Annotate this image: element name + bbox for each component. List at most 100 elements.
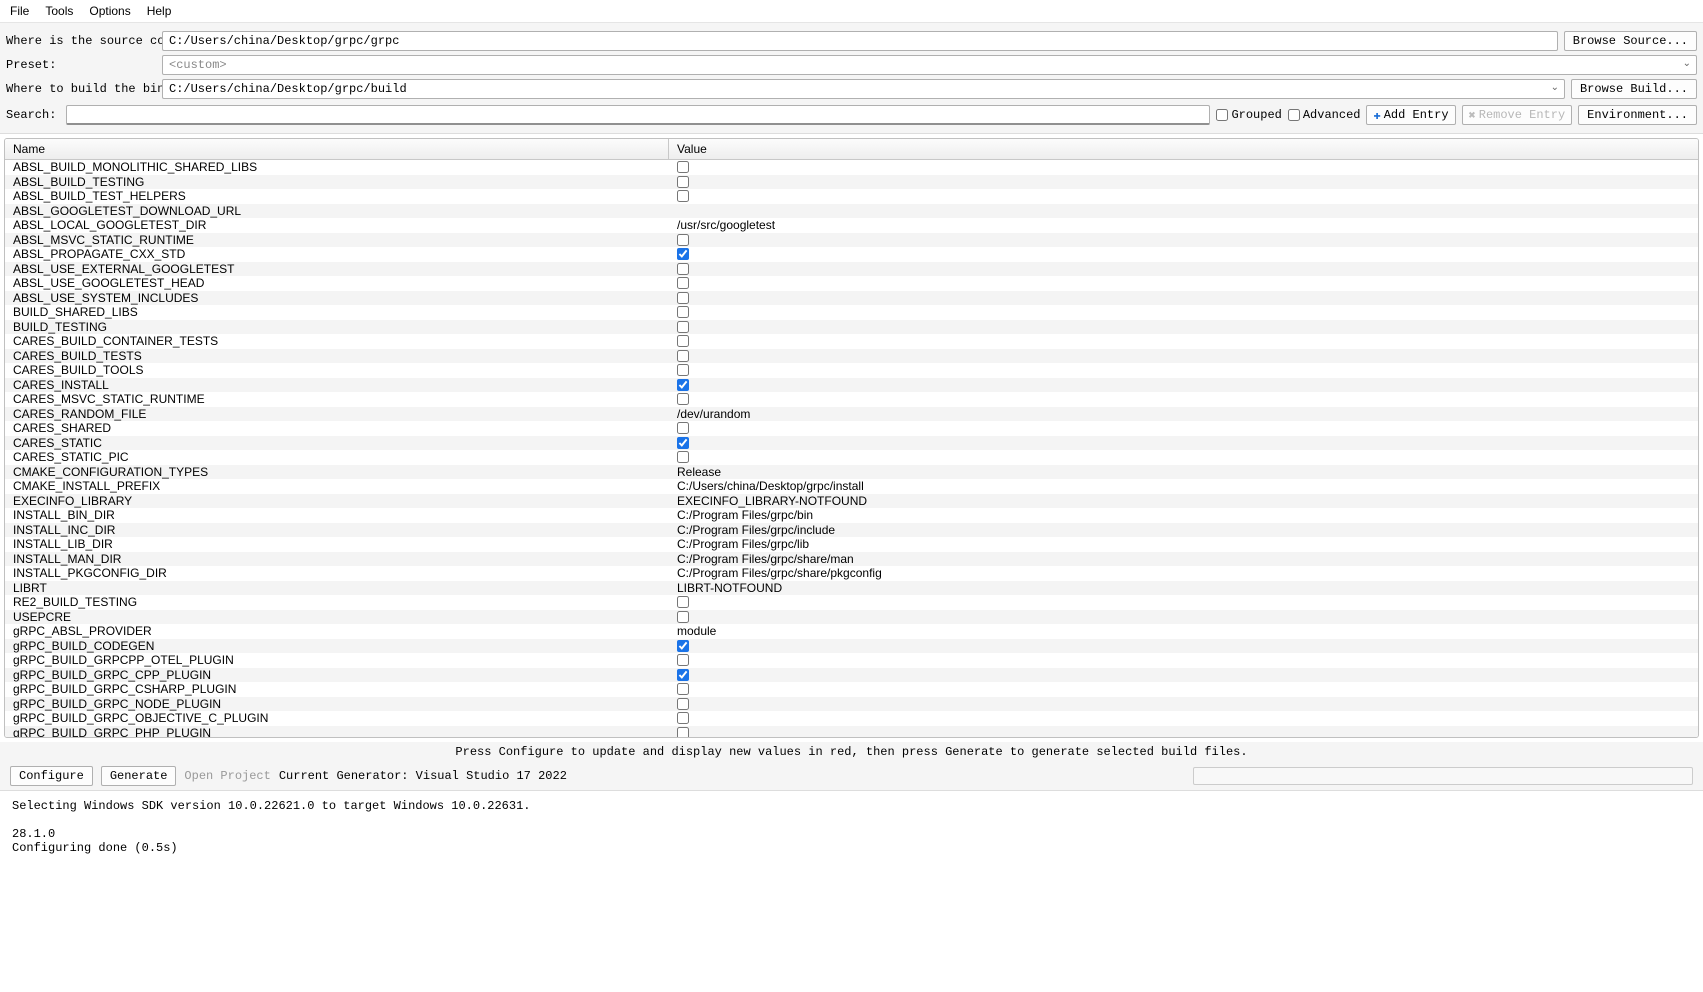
entry-checkbox[interactable] (677, 727, 689, 737)
entry-value[interactable]: C:/Program Files/grpc/include (669, 523, 1698, 537)
entry-value[interactable]: module (669, 624, 1698, 638)
cache-body[interactable]: ABSL_BUILD_MONOLITHIC_SHARED_LIBSABSL_BU… (5, 160, 1698, 737)
entry-value[interactable] (669, 451, 1698, 463)
entry-value[interactable] (669, 263, 1698, 275)
browse-source-button[interactable]: Browse Source... (1564, 31, 1697, 51)
table-row[interactable]: CARES_INSTALL (5, 378, 1698, 393)
generate-button[interactable]: Generate (101, 766, 177, 786)
preset-combo[interactable] (162, 55, 1697, 75)
table-row[interactable]: CARES_STATIC_PIC (5, 450, 1698, 465)
entry-checkbox[interactable] (677, 234, 689, 246)
table-row[interactable]: ABSL_PROPAGATE_CXX_STD (5, 247, 1698, 262)
entry-checkbox[interactable] (677, 190, 689, 202)
table-row[interactable]: ABSL_USE_SYSTEM_INCLUDES (5, 291, 1698, 306)
entry-checkbox[interactable] (677, 263, 689, 275)
entry-value[interactable] (669, 350, 1698, 362)
entry-value[interactable] (669, 437, 1698, 449)
entry-value[interactable] (669, 190, 1698, 202)
entry-checkbox[interactable] (677, 654, 689, 666)
search-input[interactable] (66, 105, 1210, 125)
entry-checkbox[interactable] (677, 364, 689, 376)
table-row[interactable]: USEPCRE (5, 610, 1698, 625)
entry-checkbox[interactable] (677, 698, 689, 710)
entry-value[interactable]: C:/Program Files/grpc/lib (669, 537, 1698, 551)
entry-checkbox[interactable] (677, 669, 689, 681)
table-row[interactable]: INSTALL_MAN_DIRC:/Program Files/grpc/sha… (5, 552, 1698, 567)
table-row[interactable]: RE2_BUILD_TESTING (5, 595, 1698, 610)
entry-value[interactable]: C:/Users/china/Desktop/grpc/install (669, 479, 1698, 493)
table-row[interactable]: CARES_MSVC_STATIC_RUNTIME (5, 392, 1698, 407)
entry-value[interactable]: EXECINFO_LIBRARY-NOTFOUND (669, 494, 1698, 508)
entry-checkbox[interactable] (677, 393, 689, 405)
table-row[interactable]: INSTALL_BIN_DIRC:/Program Files/grpc/bin (5, 508, 1698, 523)
table-row[interactable]: gRPC_BUILD_GRPCPP_OTEL_PLUGIN (5, 653, 1698, 668)
table-row[interactable]: CMAKE_CONFIGURATION_TYPESRelease (5, 465, 1698, 480)
table-row[interactable]: CARES_BUILD_TOOLS (5, 363, 1698, 378)
entry-checkbox[interactable] (677, 640, 689, 652)
entry-checkbox[interactable] (677, 596, 689, 608)
configure-button[interactable]: Configure (10, 766, 93, 786)
entry-value[interactable] (669, 176, 1698, 188)
table-row[interactable]: CARES_STATIC (5, 436, 1698, 451)
table-row[interactable]: ABSL_BUILD_TEST_HELPERS (5, 189, 1698, 204)
open-project-button[interactable]: Open Project (184, 769, 270, 783)
table-row[interactable]: EXECINFO_LIBRARYEXECINFO_LIBRARY-NOTFOUN… (5, 494, 1698, 509)
entry-checkbox[interactable] (677, 335, 689, 347)
entry-value[interactable] (669, 234, 1698, 246)
entry-value[interactable] (669, 712, 1698, 724)
table-row[interactable]: ABSL_MSVC_STATIC_RUNTIME (5, 233, 1698, 248)
table-row[interactable]: CARES_BUILD_CONTAINER_TESTS (5, 334, 1698, 349)
entry-value[interactable]: C:/Program Files/grpc/share/pkgconfig (669, 566, 1698, 580)
environment-button[interactable]: Environment... (1578, 105, 1697, 125)
table-row[interactable]: CARES_SHARED (5, 421, 1698, 436)
entry-checkbox[interactable] (677, 683, 689, 695)
table-row[interactable]: INSTALL_INC_DIRC:/Program Files/grpc/inc… (5, 523, 1698, 538)
table-row[interactable]: LIBRTLIBRT-NOTFOUND (5, 581, 1698, 596)
entry-checkbox[interactable] (677, 277, 689, 289)
entry-checkbox[interactable] (677, 176, 689, 188)
table-row[interactable]: CARES_RANDOM_FILE/dev/urandom (5, 407, 1698, 422)
entry-value[interactable] (669, 306, 1698, 318)
table-row[interactable]: INSTALL_LIB_DIRC:/Program Files/grpc/lib (5, 537, 1698, 552)
entry-checkbox[interactable] (677, 451, 689, 463)
entry-value[interactable]: /dev/urandom (669, 407, 1698, 421)
entry-value[interactable]: Release (669, 465, 1698, 479)
col-value-header[interactable]: Value (669, 139, 1698, 159)
entry-value[interactable]: C:/Program Files/grpc/share/man (669, 552, 1698, 566)
entry-value[interactable] (669, 727, 1698, 737)
entry-value[interactable] (669, 669, 1698, 681)
table-row[interactable]: ABSL_BUILD_TESTING (5, 175, 1698, 190)
entry-checkbox[interactable] (677, 422, 689, 434)
add-entry-button[interactable]: ✚ Add Entry (1366, 105, 1455, 125)
entry-checkbox[interactable] (677, 306, 689, 318)
col-name-header[interactable]: Name (5, 139, 669, 159)
table-row[interactable]: gRPC_BUILD_GRPC_NODE_PLUGIN (5, 697, 1698, 712)
entry-value[interactable]: /usr/src/googletest (669, 218, 1698, 232)
entry-value[interactable] (669, 379, 1698, 391)
grouped-checkbox[interactable]: Grouped (1216, 108, 1281, 122)
entry-value[interactable] (669, 640, 1698, 652)
entry-value[interactable] (669, 364, 1698, 376)
entry-value[interactable] (669, 683, 1698, 695)
entry-value[interactable] (669, 335, 1698, 347)
entry-value[interactable] (669, 277, 1698, 289)
table-row[interactable]: CMAKE_INSTALL_PREFIXC:/Users/china/Deskt… (5, 479, 1698, 494)
build-input[interactable] (162, 79, 1565, 99)
entry-value[interactable] (669, 248, 1698, 260)
entry-checkbox[interactable] (677, 321, 689, 333)
table-row[interactable]: BUILD_SHARED_LIBS (5, 305, 1698, 320)
entry-value[interactable] (669, 596, 1698, 608)
table-row[interactable]: gRPC_BUILD_CODEGEN (5, 639, 1698, 654)
entry-value[interactable] (669, 654, 1698, 666)
table-row[interactable]: INSTALL_PKGCONFIG_DIRC:/Program Files/gr… (5, 566, 1698, 581)
advanced-checkbox[interactable]: Advanced (1288, 108, 1361, 122)
table-row[interactable]: ABSL_GOOGLETEST_DOWNLOAD_URL (5, 204, 1698, 219)
entry-value[interactable] (669, 161, 1698, 173)
entry-checkbox[interactable] (677, 712, 689, 724)
table-row[interactable]: CARES_BUILD_TESTS (5, 349, 1698, 364)
entry-checkbox[interactable] (677, 437, 689, 449)
table-row[interactable]: gRPC_BUILD_GRPC_PHP_PLUGIN (5, 726, 1698, 738)
table-row[interactable]: ABSL_USE_EXTERNAL_GOOGLETEST (5, 262, 1698, 277)
entry-value[interactable] (669, 292, 1698, 304)
menu-file[interactable]: File (10, 4, 29, 18)
